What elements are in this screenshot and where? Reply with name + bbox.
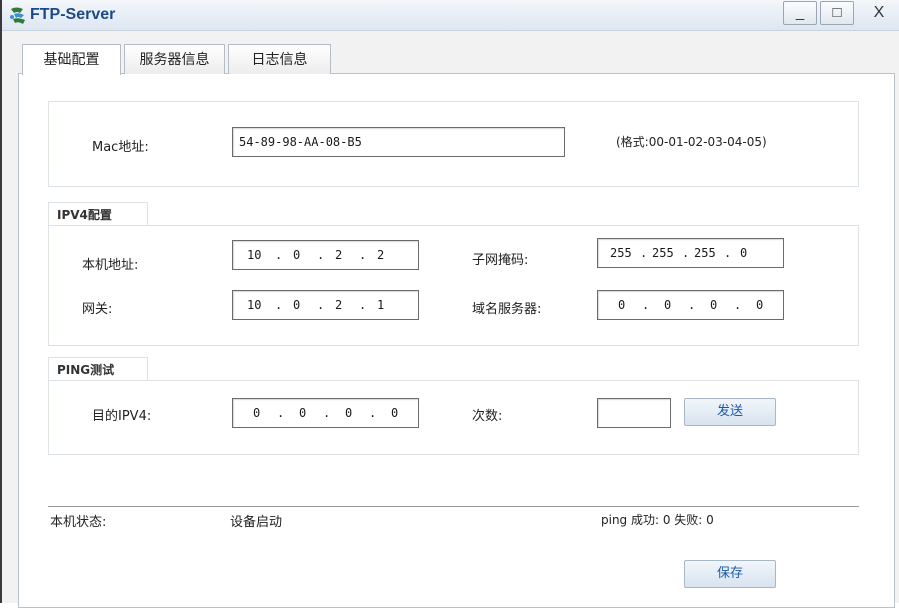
ip-octet: 0 — [740, 246, 748, 260]
status-value: 设备启动 — [230, 515, 283, 530]
ip-octet: 255 — [610, 246, 632, 260]
ping-count-label: 次数: — [472, 409, 503, 424]
gateway-input[interactable]: 10 . 0 . 2 . 1 — [232, 290, 419, 320]
subnet-mask-label: 子网掩码: — [472, 253, 529, 268]
title-bar: FTP-Server _ □ X — [2, 0, 899, 31]
ip-octet: 0 — [664, 298, 672, 312]
gateway-label: 网关: — [82, 302, 113, 317]
ip-octet: 255 — [652, 246, 674, 260]
ftp-server-window: FTP-Server _ □ X 基础配置 服务器信息 日志信息 Mac地址: … — [0, 0, 899, 608]
ping-count-input[interactable] — [597, 398, 671, 428]
ping-group-title: PING测试 — [48, 357, 148, 381]
ip-dot: . — [640, 246, 648, 260]
status-divider — [48, 506, 859, 507]
ip-dot: . — [275, 248, 283, 262]
dns-server-label: 域名服务器: — [472, 302, 542, 317]
ip-octet: 0 — [293, 298, 301, 312]
ip-dot: . — [724, 246, 732, 260]
ip-octet: 2 — [335, 298, 343, 312]
ip-octet: 0 — [710, 298, 718, 312]
ip-octet: 0 — [253, 406, 261, 420]
local-address-input[interactable]: 10 . 0 . 2 . 2 — [232, 240, 419, 270]
subnet-mask-input[interactable]: 255 . 255 . 255 . 0 — [597, 238, 784, 268]
ip-octet: 0 — [345, 406, 353, 420]
ip-dot: . — [277, 406, 285, 420]
ip-dot: . — [369, 406, 377, 420]
window-title: FTP-Server — [30, 6, 116, 23]
ip-dot: . — [359, 298, 367, 312]
dest-ipv4-label: 目的IPV4: — [92, 409, 152, 424]
dest-ipv4-input[interactable]: 0 . 0 . 0 . 0 — [232, 398, 419, 428]
ip-octet: 2 — [377, 248, 385, 262]
tab-basic-config[interactable]: 基础配置 — [22, 44, 121, 75]
send-button[interactable]: 发送 — [684, 398, 776, 426]
ip-octet: 0 — [293, 248, 301, 262]
close-button[interactable]: X — [862, 1, 896, 25]
minimize-button[interactable]: _ — [783, 1, 817, 25]
ip-octet: 2 — [335, 248, 343, 262]
ip-dot: . — [359, 248, 367, 262]
ip-dot: . — [317, 298, 325, 312]
ip-dot: . — [688, 298, 696, 312]
ip-octet: 0 — [618, 298, 626, 312]
ip-octet: 0 — [299, 406, 307, 420]
ip-dot: . — [642, 298, 650, 312]
ip-dot: . — [323, 406, 331, 420]
ip-octet: 1 — [377, 298, 385, 312]
maximize-button[interactable]: □ — [820, 1, 854, 25]
ip-octet: 10 — [247, 248, 262, 262]
server-app-icon — [10, 7, 25, 24]
ip-dot: . — [682, 246, 690, 260]
ip-octet: 10 — [247, 298, 262, 312]
tab-server-info[interactable]: 服务器信息 — [124, 44, 225, 74]
mac-input[interactable]: 54-89-98-AA-08-B5 — [232, 127, 565, 157]
ip-dot: . — [317, 248, 325, 262]
dns-server-input[interactable]: 0 . 0 . 0 . 0 — [597, 290, 784, 320]
ip-octet: 0 — [756, 298, 764, 312]
ip-dot: . — [275, 298, 283, 312]
ip-octet: 255 — [694, 246, 716, 260]
ping-result-text: ping 成功: 0 失败: 0 — [601, 513, 714, 527]
save-button[interactable]: 保存 — [684, 560, 776, 588]
mac-label: Mac地址: — [92, 140, 149, 155]
ipv4-group-title: IPV4配置 — [48, 202, 148, 226]
status-label: 本机状态: — [50, 515, 107, 530]
mac-format-hint: (格式:00-01-02-03-04-05) — [616, 135, 767, 149]
tab-log-info[interactable]: 日志信息 — [228, 44, 331, 74]
ip-octet: 0 — [391, 406, 399, 420]
ip-dot: . — [734, 298, 742, 312]
local-address-label: 本机地址: — [82, 258, 139, 273]
